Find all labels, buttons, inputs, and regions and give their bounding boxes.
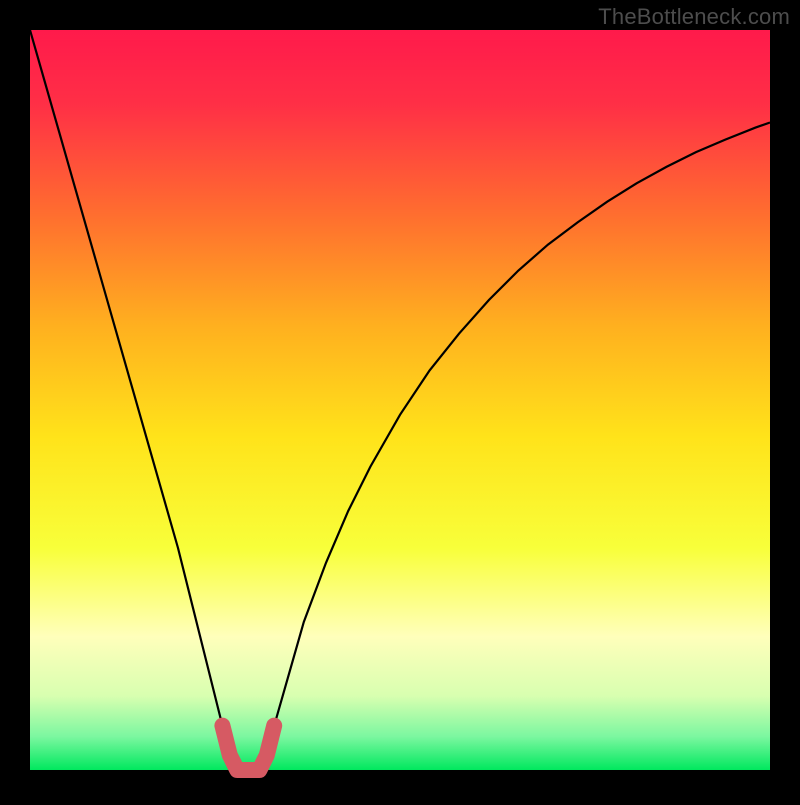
chart-frame: TheBottleneck.com <box>0 0 800 800</box>
watermark-text: TheBottleneck.com <box>598 4 790 30</box>
bottleneck-chart <box>0 0 800 800</box>
plot-background <box>30 30 770 770</box>
